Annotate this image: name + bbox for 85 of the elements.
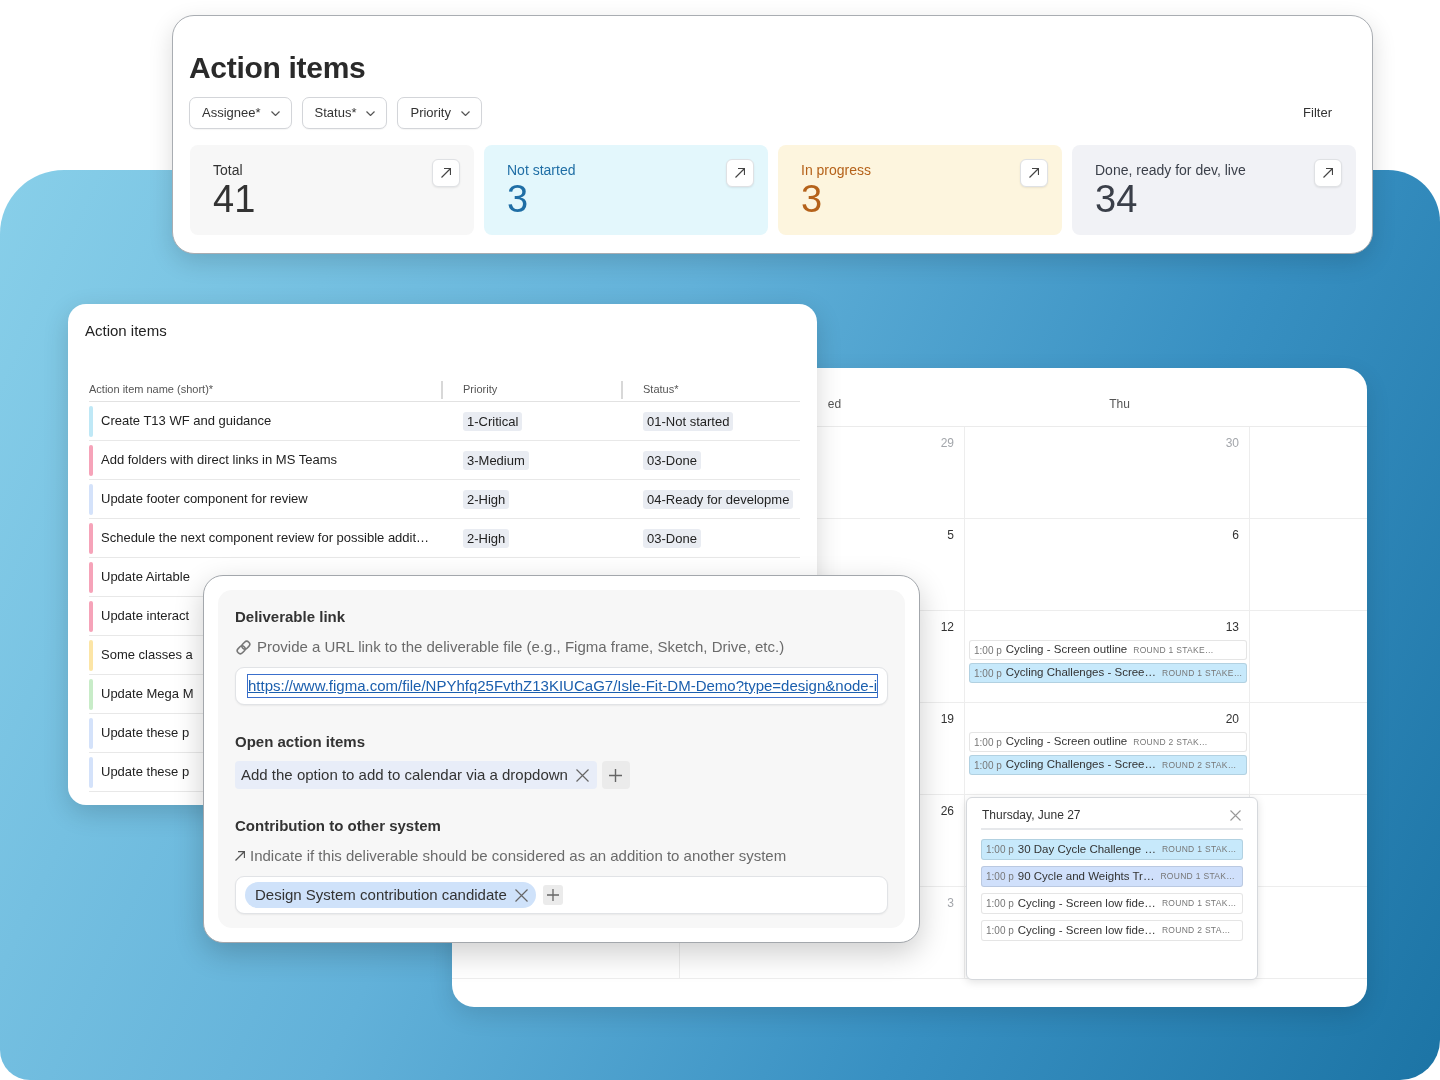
stat-label: Done, ready for dev, live xyxy=(1095,161,1246,180)
day-header: Thu xyxy=(1109,396,1130,413)
calendar-event[interactable]: 1:00 p Cycling - Screen outline ROUND 2 STAK… xyxy=(969,732,1247,752)
column-header: Action item name (short)* xyxy=(89,382,214,398)
filter-button[interactable]: Filter xyxy=(1303,103,1332,123)
page-title: Action items xyxy=(189,50,367,86)
table-cell-text: Create T13 WF and guidance xyxy=(101,412,272,431)
table-cell-text: Update these p xyxy=(101,763,190,782)
date-number: 29 xyxy=(940,435,954,451)
priority-tag: 1-Critical xyxy=(463,412,523,431)
date-number: 13 xyxy=(1225,619,1239,635)
open-button[interactable] xyxy=(726,159,754,187)
calendar-event[interactable]: 1:00 p 90 Cycle and Weights Tr… ROUND 1 STAK… xyxy=(981,866,1243,887)
stat-value: 41 xyxy=(213,180,256,218)
date-number: 30 xyxy=(1225,435,1239,451)
plus-icon xyxy=(609,768,623,782)
calendar-event[interactable]: 1:00 p 30 Day Cycle Challenge … ROUND 1 STAK… xyxy=(981,839,1243,860)
open-button[interactable] xyxy=(1314,159,1342,187)
popup-title: Thursday, June 27 xyxy=(982,807,1081,824)
calendar-event[interactable]: 1:00 p Cycling - Screen low fide… ROUND 2 STA… xyxy=(981,920,1243,941)
add-button[interactable] xyxy=(601,761,630,789)
filter-dropdown[interactable]: Assignee* xyxy=(189,97,292,129)
column-header: Status* xyxy=(643,382,679,398)
priority-tag: 3-Medium xyxy=(463,451,529,470)
table-cell-text: Update Airtable xyxy=(101,568,190,587)
section-title: Open action items xyxy=(235,732,367,752)
filter-dropdown[interactable]: Status* xyxy=(301,97,388,129)
plus-icon xyxy=(546,889,559,901)
open-button[interactable] xyxy=(1020,159,1048,187)
date-number: 19 xyxy=(940,711,954,727)
remove-icon[interactable] xyxy=(575,768,589,782)
section-title: Deliverable link xyxy=(235,607,347,627)
calendar-event[interactable]: 1:00 p Cycling Challenges - Scree… ROUND 2 STAK… xyxy=(969,755,1247,775)
table-cell-text: Add folders with direct links in MS Teams xyxy=(101,451,338,470)
link-icon xyxy=(235,638,252,656)
stat-label: Not started xyxy=(507,161,576,180)
stat-value: 3 xyxy=(801,180,824,218)
priority-tag: 2-High xyxy=(463,529,510,548)
arrow-up-right-icon xyxy=(1323,168,1333,178)
chevron-down-icon xyxy=(366,110,376,116)
stat-label: Total xyxy=(213,161,244,180)
url-field[interactable]: https://www.figma.com/file/NPYhfq25FvthZ13KIUCaG7/Isle-Fit-DM-Demo?type=design&node-i xyxy=(235,667,888,705)
add-button[interactable] xyxy=(542,885,563,905)
table-cell-text: Update Mega M xyxy=(101,685,194,704)
calendar-event[interactable]: 1:00 p Cycling - Screen outline ROUND 1 STAKE… xyxy=(969,640,1247,660)
arrow-up-right-icon xyxy=(441,168,451,178)
action-item-tag[interactable]: Add the option to add to calendar via a dropdown xyxy=(235,761,597,789)
arrow-up-right-icon xyxy=(735,168,745,178)
section-title: Contribution to other system xyxy=(235,816,442,836)
remove-icon[interactable] xyxy=(514,888,528,902)
date-number: 3 xyxy=(947,895,954,911)
arrow-up-right-icon xyxy=(235,851,245,861)
table-cell-text: Update these p xyxy=(101,724,190,743)
table-cell-text: Some classes a xyxy=(101,646,193,665)
date-number: 20 xyxy=(1225,711,1239,727)
status-tag: 01-Not started xyxy=(643,412,734,431)
table-cell-text: Schedule the next component review for possible addit… xyxy=(101,529,430,548)
status-tag: 03-Done xyxy=(643,529,701,548)
stat-value: 34 xyxy=(1095,180,1139,218)
chevron-down-icon xyxy=(460,110,470,116)
chevron-down-icon xyxy=(270,110,280,116)
table-cell-text: Update footer component for review xyxy=(101,490,308,509)
date-number: 26 xyxy=(940,803,954,819)
priority-tag: 2-High xyxy=(463,490,510,509)
calendar-event[interactable]: 1:00 p Cycling - Screen low fide… ROUND 1 STAK… xyxy=(981,893,1243,914)
day-header: ed xyxy=(827,396,842,413)
date-number: 6 xyxy=(1232,527,1239,543)
tag-pill[interactable]: Design System contribution candidate xyxy=(245,882,536,908)
field-hint: Provide a URL link to the deliverable file (e.g., Figma frame, Sketch, Drive, etc.) xyxy=(257,637,785,657)
status-tag: 03-Done xyxy=(643,451,701,470)
status-tag: 04-Ready for developme xyxy=(643,490,794,509)
date-number: 5 xyxy=(947,527,954,543)
table-title: Action items xyxy=(85,321,168,341)
date-number: 12 xyxy=(940,619,954,635)
tag-field[interactable]: Design System contribution candidate xyxy=(235,876,888,914)
stat-value: 3 xyxy=(507,180,530,218)
table-cell-text: Update interact xyxy=(101,607,190,626)
close-icon[interactable] xyxy=(1230,809,1241,821)
calendar-event[interactable]: 1:00 p Cycling Challenges - Scree… ROUND 1 STAKE… xyxy=(969,663,1247,683)
field-hint: Indicate if this deliverable should be considered as an addition to another system xyxy=(250,846,787,866)
filter-dropdown[interactable]: Priority xyxy=(397,97,482,129)
arrow-up-right-icon xyxy=(1029,168,1039,178)
column-header: Priority xyxy=(463,382,498,398)
stat-label: In progress xyxy=(801,161,872,180)
open-button[interactable] xyxy=(432,159,460,187)
